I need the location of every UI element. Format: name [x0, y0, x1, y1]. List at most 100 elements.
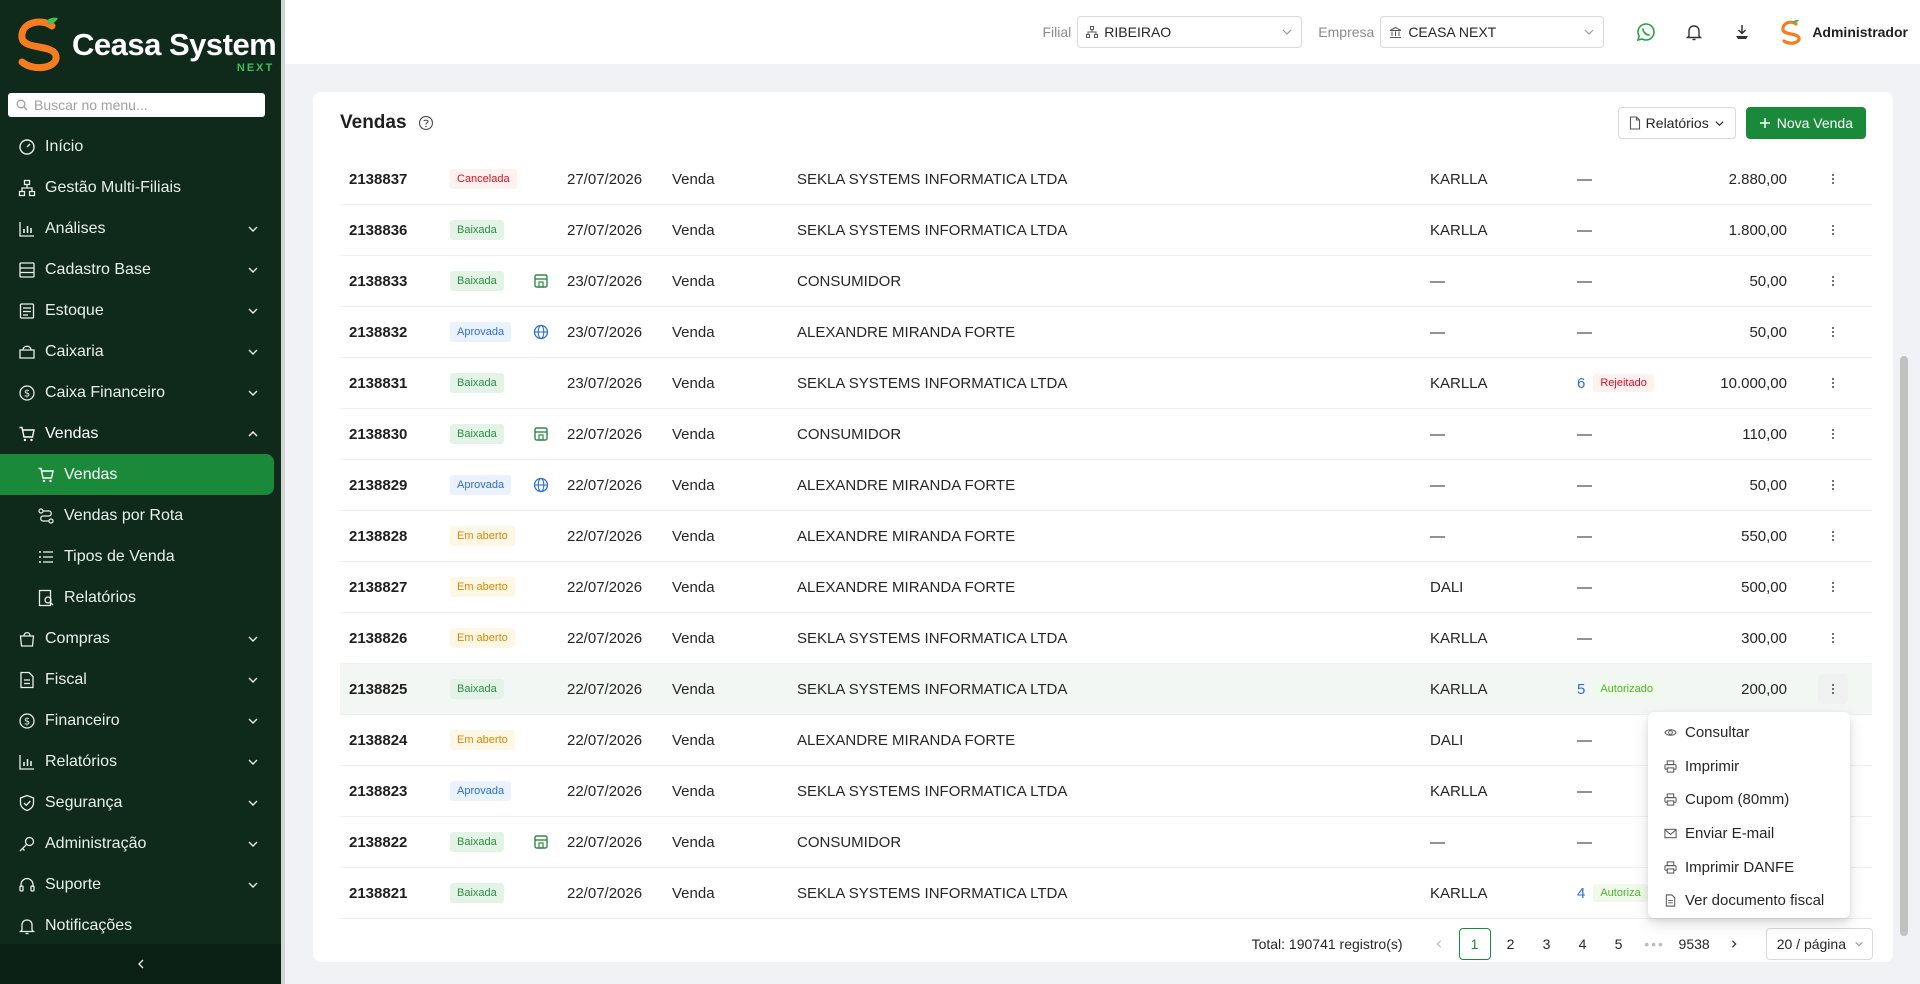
sale-id: 2138832 — [349, 323, 408, 341]
table-row[interactable]: 2138836 Baixada 27/07/2026 Venda SEKLA SYSTE… — [340, 205, 1872, 256]
table-row[interactable]: 2138824 Em aberto 22/07/2026 Venda ALEXANDRE… — [340, 715, 1872, 766]
chevron-right-icon — [1731, 940, 1737, 948]
nf-number[interactable]: 6 — [1577, 375, 1585, 392]
dropdown-item-enviar-e-mail[interactable]: Enviar E-mail — [1648, 817, 1850, 851]
dropdown-item-ver-documento-fiscal[interactable]: Ver documento fiscal — [1648, 884, 1850, 918]
pagination-page-4[interactable]: 4 — [1567, 928, 1599, 960]
nf-cell: — — [1577, 476, 1592, 494]
channel-cell — [533, 460, 549, 510]
empresa-select[interactable]: CEASA NEXT — [1380, 16, 1605, 48]
pagination-page-1[interactable]: 1 — [1458, 928, 1491, 960]
sidebar-item-cadastro-base[interactable]: Cadastro Base — [0, 249, 281, 290]
table-row[interactable]: 2138822 Baixada 22/07/2026 Venda CONSUMIDOR —… — [340, 817, 1872, 868]
sale-id: 2138822 — [349, 833, 408, 851]
nf-cell: — — [1577, 782, 1592, 800]
sidebar-item-inicio[interactable]: Início — [0, 126, 281, 167]
sidebar-item-seguranca[interactable]: Segurança — [0, 782, 281, 823]
sidebar-item-caixaria[interactable]: Caixaria — [0, 331, 281, 372]
table-row[interactable]: 2138825 Baixada 22/07/2026 Venda SEKLA SYSTE… — [340, 664, 1872, 715]
sidebar-item-vendas[interactable]: Vendas — [0, 413, 281, 454]
table-row[interactable]: 2138826 Em aberto 22/07/2026 Venda SEKLA SYS… — [340, 613, 1872, 664]
page-size-select[interactable]: 20 / página — [1765, 928, 1873, 960]
sidebar-item-fiscal[interactable]: Fiscal — [0, 659, 281, 700]
table-row[interactable]: 2138823 Aprovada 22/07/2026 Venda SEKLA SYST… — [340, 766, 1872, 817]
row-actions-button[interactable] — [1818, 205, 1848, 255]
reports-button[interactable]: Relatórios — [1617, 107, 1736, 139]
dropdown-item-imprimir[interactable]: Imprimir — [1648, 750, 1850, 784]
row-actions-button[interactable] — [1818, 256, 1848, 306]
row-actions-button[interactable] — [1818, 562, 1848, 612]
filial-select[interactable]: RIBEIRAO — [1077, 16, 1303, 48]
pagination-jump-next[interactable]: ••• — [1639, 928, 1671, 960]
row-actions-button[interactable] — [1818, 358, 1848, 408]
menu-search-input[interactable] — [34, 97, 254, 113]
more-vertical-icon — [1832, 531, 1834, 541]
sidebar-item-tipos-de-venda[interactable]: Tipos de Venda — [0, 536, 281, 577]
sidebar-item-caixa-financeiro[interactable]: $ Caixa Financeiro — [0, 372, 281, 413]
table-row[interactable]: 2138821 Baixada 22/07/2026 Venda SEKLA SYSTE… — [340, 868, 1872, 919]
row-actions-button[interactable] — [1818, 154, 1848, 204]
dropdown-item-consultar[interactable]: Consultar — [1648, 716, 1850, 750]
pagination-page-2[interactable]: 2 — [1495, 928, 1527, 960]
sale-seller: — — [1430, 527, 1445, 545]
sale-seller: KARLLA — [1430, 170, 1488, 188]
table-row[interactable]: 2138833 Baixada 23/07/2026 Venda CONSUMIDOR —… — [340, 256, 1872, 307]
dropdown-item-cupom-80mm[interactable]: Cupom (80mm) — [1648, 783, 1850, 817]
table-row[interactable]: 2138832 Aprovada 23/07/2026 Venda ALEXANDRE … — [340, 307, 1872, 358]
document-icon — [1629, 116, 1640, 130]
sidebar-item-estoque[interactable]: Estoque — [0, 290, 281, 331]
pagination-page-5[interactable]: 5 — [1603, 928, 1635, 960]
nf-cell: 5 Autorizado — [1577, 664, 1660, 714]
sidebar-item-financeiro[interactable]: $ Financeiro — [0, 700, 281, 741]
sidebar-item-multi-filiais[interactable]: Gestão Multi-Filiais — [0, 167, 281, 208]
menu-search[interactable] — [8, 93, 265, 117]
sidebar-item-relatorios[interactable]: Relatórios — [0, 741, 281, 782]
whatsapp-icon[interactable] — [1636, 22, 1656, 42]
file-text-icon — [20, 671, 34, 688]
sidebar-item-vendas-relatorios[interactable]: Relatórios — [0, 577, 281, 618]
row-actions-button[interactable] — [1818, 613, 1848, 663]
row-actions-button[interactable] — [1818, 307, 1848, 357]
sidebar-item-vendas-list[interactable]: Vendas — [0, 454, 274, 495]
row-actions-button[interactable] — [1818, 511, 1848, 561]
sidebar-item-notificacoes[interactable]: Notificações — [0, 905, 281, 946]
new-sale-button[interactable]: Nova Venda — [1745, 107, 1866, 139]
chevron-up-icon — [248, 430, 258, 436]
table-row[interactable]: 2138829 Aprovada 22/07/2026 Venda ALEXANDRE … — [340, 460, 1872, 511]
row-actions-button[interactable] — [1818, 674, 1848, 704]
row-actions-button[interactable] — [1818, 460, 1848, 510]
sidebar-item-label: Vendas — [64, 465, 118, 483]
pagination-next[interactable] — [1718, 928, 1750, 960]
dropdown-item-imprimir-danfe[interactable]: Imprimir DANFE — [1648, 850, 1850, 884]
help-icon[interactable] — [418, 115, 434, 131]
sidebar-item-label: Início — [45, 137, 84, 155]
row-actions-button[interactable] — [1818, 409, 1848, 459]
nf-number[interactable]: 5 — [1577, 681, 1585, 698]
logo[interactable]: Ceasa System NEXT — [12, 14, 277, 74]
nf-cell: — — [1577, 323, 1592, 341]
bell-icon[interactable] — [1684, 22, 1704, 42]
table-row[interactable]: 2138830 Baixada 22/07/2026 Venda CONSUMIDOR —… — [340, 409, 1872, 460]
more-vertical-icon — [1832, 378, 1834, 388]
sidebar-item-analises[interactable]: Análises — [0, 208, 281, 249]
pagination-page-last[interactable]: 9538 — [1675, 928, 1714, 960]
sidebar-item-vendas-por-rota[interactable]: Vendas por Rota — [0, 495, 281, 536]
sale-client: ALEXANDRE MIRANDA FORTE — [797, 731, 1016, 749]
table-row[interactable]: 2138831 Baixada 23/07/2026 Venda SEKLA SYSTE… — [340, 358, 1872, 409]
table-row[interactable]: 2138837 Cancelada 27/07/2026 Venda SEKLA SYS… — [340, 154, 1872, 205]
download-icon[interactable] — [1732, 22, 1752, 42]
pagination-prev[interactable] — [1423, 928, 1455, 960]
chevron-down-icon — [248, 841, 258, 847]
nf-number[interactable]: 4 — [1577, 885, 1585, 902]
user-menu[interactable]: Administrador — [1778, 19, 1908, 45]
scrollbar-thumb[interactable] — [1900, 356, 1908, 936]
pagination-page-3[interactable]: 3 — [1531, 928, 1563, 960]
sidebar-item-suporte[interactable]: Suporte — [0, 864, 281, 905]
sidebar-item-administracao[interactable]: Administração — [0, 823, 281, 864]
table-row[interactable]: 2138828 Em aberto 22/07/2026 Venda ALEXANDRE… — [340, 511, 1872, 562]
sidebar-collapse-button[interactable] — [0, 944, 281, 984]
sidebar-item-compras[interactable]: Compras — [0, 618, 281, 659]
sidebar-item-label: Financeiro — [45, 711, 120, 729]
nf-cell: — — [1577, 833, 1592, 851]
table-row[interactable]: 2138827 Em aberto 22/07/2026 Venda ALEXANDRE… — [340, 562, 1872, 613]
